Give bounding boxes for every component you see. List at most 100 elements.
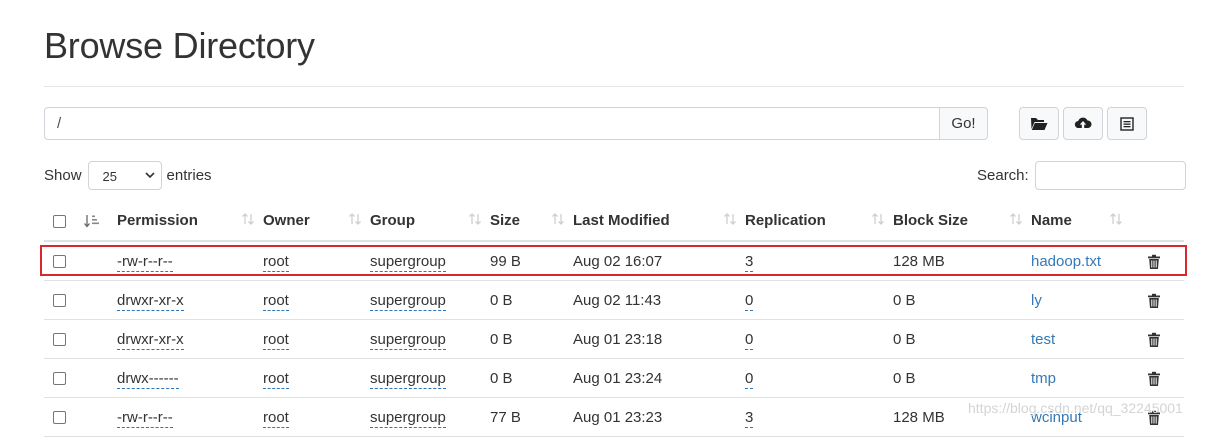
file-name-link[interactable]: ly bbox=[1031, 292, 1042, 309]
file-name-link[interactable]: hadoop.txt bbox=[1031, 253, 1101, 270]
owner-cell[interactable]: root bbox=[263, 252, 289, 272]
group-cell[interactable]: supergroup bbox=[370, 252, 446, 272]
permission-cell[interactable]: drwx------ bbox=[117, 369, 179, 389]
size-cell: 99 B bbox=[490, 241, 573, 281]
modified-cell: Aug 01 23:24 bbox=[573, 358, 745, 398]
row-checkbox[interactable] bbox=[53, 333, 66, 347]
table-row[interactable]: drwxr-xr-x root supergroup 0 B Aug 02 11… bbox=[44, 280, 1184, 320]
group-cell[interactable]: supergroup bbox=[370, 291, 446, 311]
trash-icon[interactable] bbox=[1147, 371, 1161, 387]
page-size-select[interactable]: 25 bbox=[87, 161, 162, 190]
folder-open-icon bbox=[1031, 118, 1048, 130]
row-checkbox[interactable] bbox=[53, 255, 66, 269]
sort-icon bbox=[551, 212, 565, 230]
sort-icon bbox=[1109, 212, 1123, 230]
column-header-replication[interactable]: Replication bbox=[745, 201, 893, 242]
page-title: Browse Directory bbox=[44, 25, 315, 66]
row-checkbox[interactable] bbox=[53, 372, 66, 386]
search-label: Search: bbox=[977, 167, 1029, 184]
owner-cell[interactable]: root bbox=[263, 408, 289, 428]
cut-paste-button[interactable] bbox=[1107, 107, 1147, 140]
column-header-owner[interactable]: Owner bbox=[263, 201, 370, 242]
table-row[interactable]: -rw-r--r-- root supergroup 99 B Aug 02 1… bbox=[44, 241, 1184, 281]
search-control: Search: bbox=[977, 161, 1186, 190]
trash-icon[interactable] bbox=[1147, 293, 1161, 309]
replication-cell[interactable]: 0 bbox=[745, 369, 754, 389]
sort-icon bbox=[468, 212, 482, 230]
create-directory-button[interactable] bbox=[1019, 107, 1059, 140]
file-name-link[interactable]: test bbox=[1031, 331, 1055, 348]
block-size-cell: 128 MB bbox=[893, 241, 1031, 281]
chevron-down-icon bbox=[144, 172, 155, 179]
owner-cell[interactable]: root bbox=[263, 369, 289, 389]
modified-cell: Aug 02 11:43 bbox=[573, 280, 745, 320]
table-row[interactable]: drwx------ root supergroup 0 B Aug 01 23… bbox=[44, 358, 1184, 398]
trash-icon[interactable] bbox=[1147, 254, 1161, 270]
replication-cell[interactable]: 0 bbox=[745, 330, 754, 350]
path-input[interactable] bbox=[44, 107, 939, 140]
file-name-link[interactable]: tmp bbox=[1031, 370, 1056, 387]
upload-file-button[interactable] bbox=[1063, 107, 1103, 140]
sort-icon bbox=[348, 212, 362, 230]
column-label: Name bbox=[1031, 212, 1072, 229]
select-all-header bbox=[44, 201, 84, 242]
column-label: Size bbox=[490, 212, 521, 229]
show-label: Show bbox=[44, 167, 82, 184]
modified-cell: Aug 02 16:07 bbox=[573, 241, 745, 281]
replication-cell[interactable]: 3 bbox=[745, 252, 754, 272]
owner-cell[interactable]: root bbox=[263, 291, 289, 311]
column-header-block-size[interactable]: Block Size bbox=[893, 201, 1031, 242]
column-label: Owner bbox=[263, 212, 310, 229]
block-size-cell: 0 B bbox=[893, 319, 1031, 359]
column-header-permission[interactable]: Permission bbox=[117, 201, 263, 242]
size-cell: 0 B bbox=[490, 280, 573, 320]
group-cell[interactable]: supergroup bbox=[370, 369, 446, 389]
column-label: Block Size bbox=[893, 212, 969, 229]
sort-icon bbox=[723, 212, 737, 230]
group-cell[interactable]: supergroup bbox=[370, 330, 446, 350]
permission-cell[interactable]: drwxr-xr-x bbox=[117, 291, 184, 311]
column-label: Last Modified bbox=[573, 212, 670, 229]
row-checkbox[interactable] bbox=[53, 294, 66, 308]
column-label: Group bbox=[370, 212, 415, 229]
row-checkbox[interactable] bbox=[53, 411, 66, 425]
replication-cell[interactable]: 0 bbox=[745, 291, 754, 311]
modified-cell: Aug 01 23:23 bbox=[573, 397, 745, 437]
size-cell: 0 B bbox=[490, 319, 573, 359]
sort-all-header[interactable] bbox=[84, 201, 117, 242]
column-header-name[interactable]: Name bbox=[1031, 201, 1143, 242]
size-cell: 0 B bbox=[490, 358, 573, 398]
size-cell: 77 B bbox=[490, 397, 573, 437]
sort-icon bbox=[241, 212, 255, 230]
sort-ascending-icon bbox=[84, 215, 99, 228]
group-cell[interactable]: supergroup bbox=[370, 408, 446, 428]
cloud-upload-icon bbox=[1074, 117, 1092, 130]
modified-cell: Aug 01 23:18 bbox=[573, 319, 745, 359]
column-label: Replication bbox=[745, 212, 826, 229]
watermark-text: https://blog.csdn.net/qq_32245001 bbox=[968, 400, 1183, 416]
table-header-row: Permission Owner Group Size Last Modifie… bbox=[44, 201, 1184, 242]
column-header-group[interactable]: Group bbox=[370, 201, 490, 242]
owner-cell[interactable]: root bbox=[263, 330, 289, 350]
select-all-checkbox[interactable] bbox=[53, 214, 66, 228]
column-header-size[interactable]: Size bbox=[490, 201, 573, 242]
permission-cell[interactable]: -rw-r--r-- bbox=[117, 252, 173, 272]
column-label: Permission bbox=[117, 212, 198, 229]
page-size-control: Show 25 entries bbox=[44, 161, 212, 190]
trash-icon[interactable] bbox=[1147, 332, 1161, 348]
column-header-last-modified[interactable]: Last Modified bbox=[573, 201, 745, 242]
search-input[interactable] bbox=[1034, 161, 1186, 190]
sort-icon bbox=[1009, 212, 1023, 230]
list-icon bbox=[1120, 116, 1134, 131]
table-row[interactable]: drwxr-xr-x root supergroup 0 B Aug 01 23… bbox=[44, 319, 1184, 359]
sort-icon bbox=[871, 212, 885, 230]
title-divider bbox=[44, 86, 1184, 87]
path-bar: Go! bbox=[44, 107, 988, 140]
replication-cell[interactable]: 3 bbox=[745, 408, 754, 428]
go-button[interactable]: Go! bbox=[939, 107, 988, 140]
permission-cell[interactable]: drwxr-xr-x bbox=[117, 330, 184, 350]
block-size-cell: 0 B bbox=[893, 358, 1031, 398]
block-size-cell: 0 B bbox=[893, 280, 1031, 320]
page-size-value: 25 bbox=[102, 169, 117, 184]
permission-cell[interactable]: -rw-r--r-- bbox=[117, 408, 173, 428]
